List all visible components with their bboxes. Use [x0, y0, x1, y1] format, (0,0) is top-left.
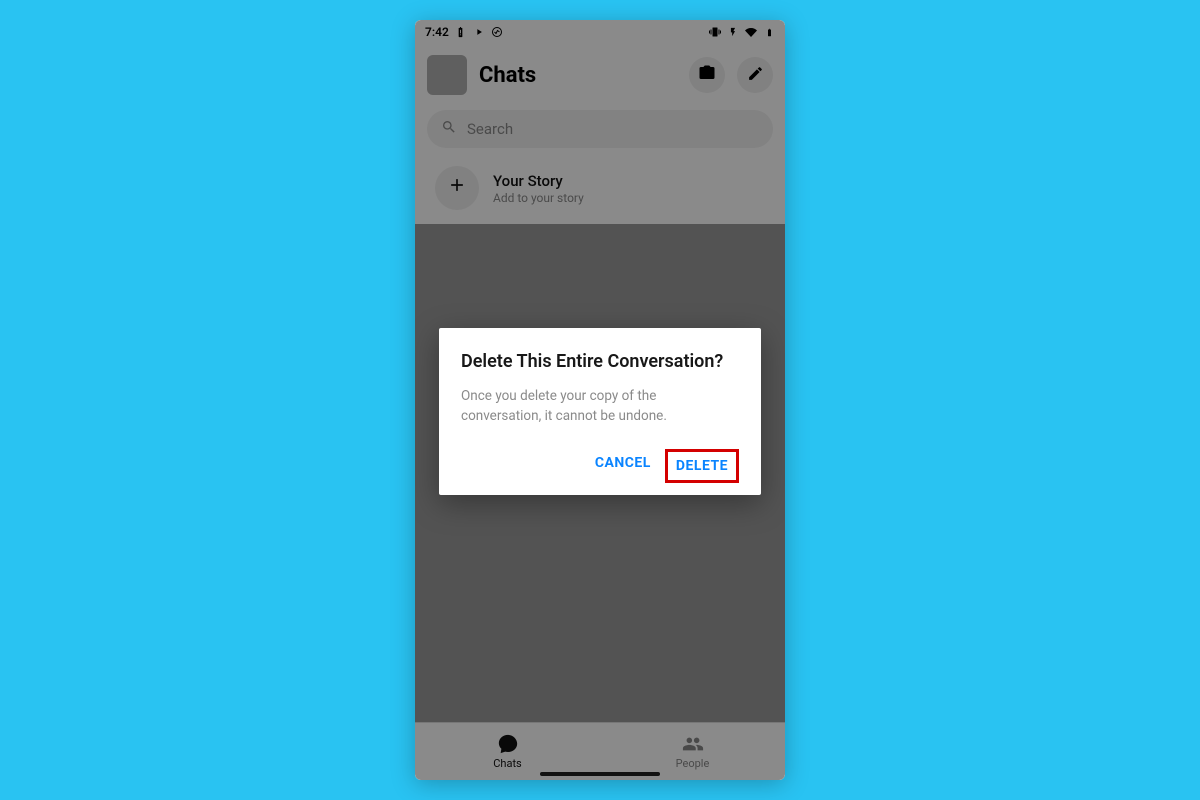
- phone-frame: 7:42: [415, 20, 785, 780]
- cancel-button[interactable]: CANCEL: [587, 449, 659, 483]
- dialog-body: Once you delete your copy of the convers…: [461, 387, 739, 426]
- dialog-title: Delete This Entire Conversation?: [461, 350, 739, 373]
- delete-button[interactable]: DELETE: [665, 449, 739, 483]
- dialog-actions: CANCEL DELETE: [461, 449, 739, 483]
- delete-conversation-dialog: Delete This Entire Conversation? Once yo…: [439, 328, 761, 495]
